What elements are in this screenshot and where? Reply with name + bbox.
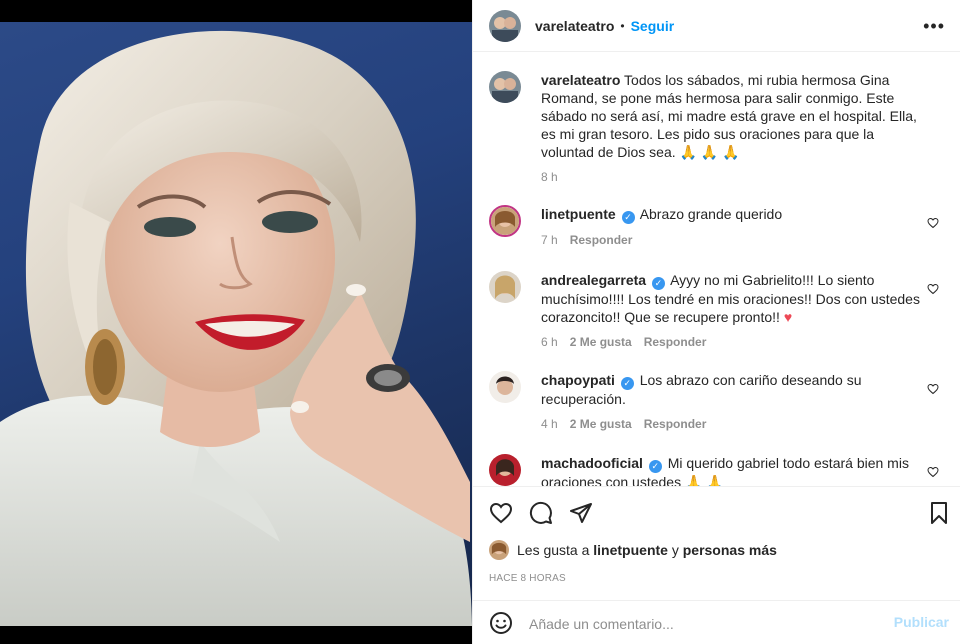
comment-likes-count[interactable]: 2 Me gusta (570, 417, 632, 431)
likes-summary: Les gusta a linetpuente y personas más (489, 540, 777, 560)
comment-time[interactable]: 6 h (541, 335, 558, 349)
verified-badge-icon: ✓ (651, 277, 665, 290)
separator-dot: • (620, 18, 625, 33)
likes-conj: y (671, 542, 679, 558)
comment-body: andrealegarreta ✓ Ayyy no mi Gabrielito!… (541, 271, 921, 326)
comment-input[interactable] (529, 613, 869, 635)
verified-badge-icon: ✓ (648, 460, 662, 473)
more-horizontal-icon[interactable]: ••• (923, 16, 945, 36)
comment-item: machadooficial ✓ Mi querido gabriel todo… (489, 454, 949, 486)
comment-meta: 4 h 2 Me gusta Responder (541, 417, 949, 431)
comment-username[interactable]: andrealegarreta (541, 272, 646, 288)
comment-time[interactable]: 4 h (541, 417, 558, 431)
reply-button[interactable]: Responder (570, 233, 633, 247)
comment-like-heart-icon[interactable] (927, 466, 939, 478)
comment-item: andrealegarreta ✓ Ayyy no mi Gabrielito!… (489, 271, 949, 349)
commenter-avatar[interactable] (489, 454, 521, 486)
comment-meta: 6 h 2 Me gusta Responder (541, 335, 949, 349)
caption-time[interactable]: 8 h (541, 170, 558, 184)
comment-text: Abrazo grande querido (639, 206, 783, 222)
comment-like-heart-icon[interactable] (927, 383, 939, 395)
smiley-icon[interactable] (489, 611, 513, 635)
commenter-avatar[interactable] (489, 371, 521, 403)
commenter-avatar[interactable] (489, 205, 521, 237)
heart-icon[interactable] (489, 501, 513, 525)
comment-like-heart-icon[interactable] (927, 217, 939, 229)
post-photo[interactable] (0, 22, 472, 626)
publish-button[interactable]: Publicar (894, 614, 949, 630)
comment-time[interactable]: 7 h (541, 233, 558, 247)
likes-prefix: Les gusta a (517, 542, 590, 558)
comments-scroll[interactable]: varelateatro Todos los sábados, mi rubia… (473, 53, 960, 486)
comment-item: linetpuente ✓ Abrazo grande querido 7 h … (489, 205, 949, 247)
post-media[interactable] (0, 0, 472, 644)
author-username[interactable]: varelateatro (535, 18, 614, 34)
reply-button[interactable]: Responder (644, 417, 707, 431)
likes-others-link[interactable]: personas más (683, 542, 777, 558)
comment-meta: 7 h Responder (541, 233, 949, 247)
comment-body: chapoypati ✓ Los abrazo con cariño desea… (541, 371, 921, 408)
post-header: varelateatro • Seguir ••• (473, 0, 960, 52)
author-avatar[interactable] (489, 71, 521, 103)
post-actions (473, 486, 960, 538)
verified-badge-icon: ✓ (620, 377, 634, 390)
comment-username[interactable]: linetpuente (541, 206, 616, 222)
comment-username[interactable]: machadooficial (541, 455, 643, 471)
share-icon[interactable] (569, 501, 593, 525)
comment-like-heart-icon[interactable] (927, 283, 939, 295)
add-comment-bar: Publicar (473, 600, 960, 644)
red-heart-emoji: ♥ (783, 309, 793, 325)
bookmark-icon[interactable] (927, 501, 951, 525)
commenter-avatar[interactable] (489, 271, 521, 303)
follow-button[interactable]: Seguir (631, 18, 675, 34)
caption-body: varelateatro Todos los sábados, mi rubia… (541, 71, 921, 161)
reply-button[interactable]: Responder (644, 335, 707, 349)
comment-icon[interactable] (529, 501, 553, 525)
author-avatar[interactable] (489, 9, 521, 42)
caption: varelateatro Todos los sábados, mi rubia… (489, 71, 949, 184)
post-timestamp[interactable]: HACE 8 HORAS (489, 573, 566, 584)
liker-username[interactable]: linetpuente (593, 542, 668, 558)
post-panel: varelateatro • Seguir ••• varelateatro T… (472, 0, 960, 644)
caption-username[interactable]: varelateatro (541, 72, 620, 88)
comment-body: machadooficial ✓ Mi querido gabriel todo… (541, 454, 921, 486)
portrait-image (0, 30, 472, 626)
caption-meta: 8 h (541, 170, 949, 184)
liker-avatar[interactable] (489, 540, 509, 560)
comment-username[interactable]: chapoypati (541, 372, 615, 388)
comment-body: linetpuente ✓ Abrazo grande querido (541, 205, 921, 224)
comment-item: chapoypati ✓ Los abrazo con cariño desea… (489, 371, 949, 431)
verified-badge-icon: ✓ (621, 211, 635, 224)
comment-likes-count[interactable]: 2 Me gusta (570, 335, 632, 349)
